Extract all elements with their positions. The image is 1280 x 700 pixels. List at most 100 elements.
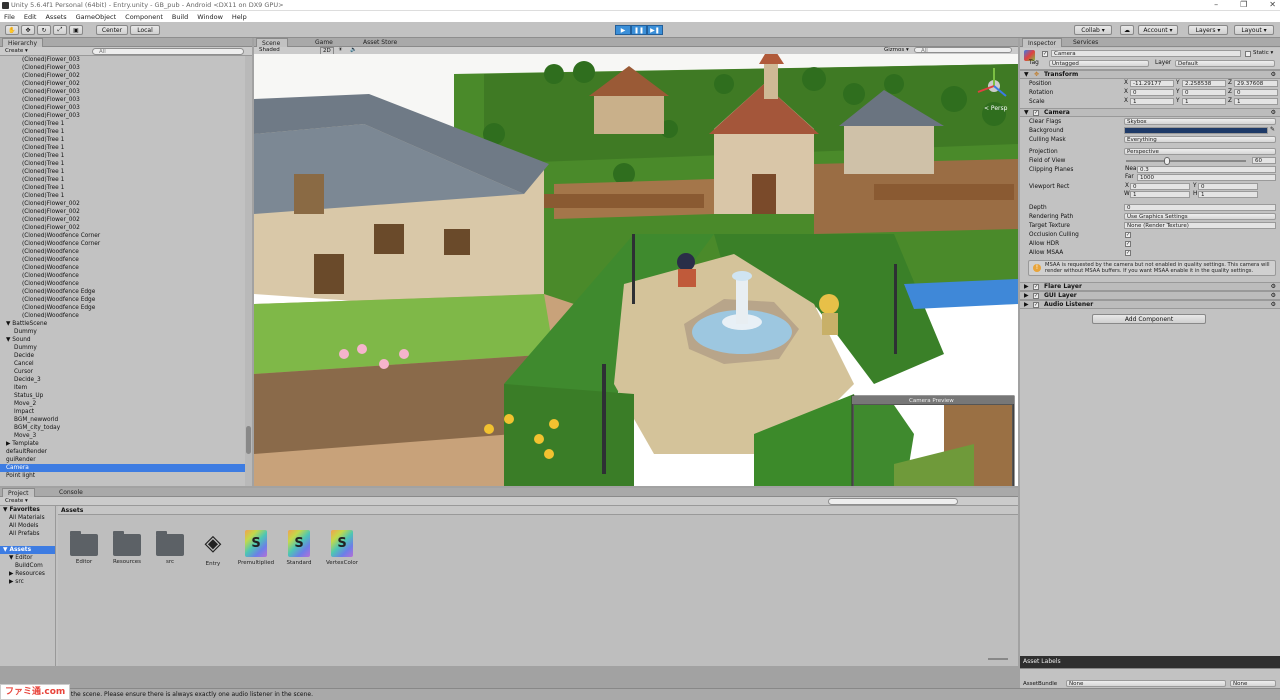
add-component-button[interactable]: Add Component — [1092, 314, 1206, 324]
menu-component[interactable]: Component — [125, 13, 163, 21]
camera-header[interactable]: ▼ ✓ Camera ⚙ — [1020, 108, 1280, 117]
component-enabled-checkbox[interactable]: ✓ — [1033, 302, 1039, 308]
asset-item[interactable]: Editor — [62, 524, 106, 565]
hierarchy-search-input[interactable]: All — [92, 48, 244, 55]
asset-bundle-dropdown[interactable]: None — [1066, 680, 1226, 687]
hierarchy-item[interactable]: (Cloned)Tree 1 — [0, 184, 245, 192]
tag-dropdown[interactable]: Untagged — [1049, 60, 1149, 67]
asset-item[interactable]: ◈ Entry — [191, 524, 235, 567]
transform-z-field[interactable]: 29.37608 — [1234, 80, 1278, 87]
static-checkbox[interactable] — [1245, 51, 1251, 57]
pause-button[interactable]: ❚❚ — [631, 25, 647, 35]
close-icon[interactable]: ✕ — [1269, 0, 1276, 9]
asset-bundle-variant-dropdown[interactable]: None — [1230, 680, 1276, 687]
transform-y-field[interactable]: 0 — [1182, 89, 1226, 96]
collab-button[interactable]: Collab ▾ — [1074, 25, 1112, 35]
hierarchy-item[interactable]: ▼ Sound — [0, 336, 245, 344]
hand-tool-icon[interactable]: ✋ — [5, 25, 19, 35]
fov-slider-thumb[interactable] — [1163, 157, 1170, 165]
step-button[interactable]: ▶❚ — [647, 25, 663, 35]
component-header-gui-layer[interactable]: ▶ ✓ GUI Layer ⚙ — [1020, 291, 1280, 300]
hierarchy-item[interactable]: Impact — [0, 408, 245, 416]
icon-size-slider[interactable] — [988, 658, 1008, 660]
viewport-h-field[interactable]: 1 — [1198, 191, 1258, 198]
hierarchy-item[interactable]: (Cloned)Flower_003 — [0, 88, 245, 96]
near-field[interactable]: 0.3 — [1137, 166, 1276, 173]
hierarchy-item[interactable]: (Cloned)Tree 1 — [0, 152, 245, 160]
project-search-input[interactable] — [828, 498, 958, 505]
tab-game[interactable]: Game — [310, 38, 338, 47]
menu-window[interactable]: Window — [197, 13, 223, 21]
hierarchy-item[interactable]: Decide_3 — [0, 376, 245, 384]
expand-arrow-icon[interactable]: ▼ — [1024, 71, 1029, 79]
hierarchy-item[interactable]: BGM_city_today — [0, 424, 245, 432]
move-tool-icon[interactable]: ✥ — [21, 25, 35, 35]
culling-mask-dropdown[interactable]: Everything — [1124, 136, 1276, 143]
hierarchy-item[interactable]: (Cloned)Woodfence — [0, 264, 245, 272]
audio-toggle-icon[interactable]: 🔈 — [350, 47, 357, 53]
msaa-checkbox[interactable]: ✓ — [1125, 250, 1131, 256]
background-color-swatch[interactable] — [1124, 127, 1268, 134]
far-field[interactable]: 1000 — [1137, 174, 1276, 181]
project-tree-item[interactable]: ▶ src — [0, 578, 55, 586]
shading-mode-dropdown[interactable]: Shaded — [259, 47, 280, 53]
project-tree-item[interactable]: BuildCom — [0, 562, 55, 570]
hierarchy-item[interactable]: (Cloned)Flower_003 — [0, 96, 245, 104]
hierarchy-item[interactable]: Dummy — [0, 344, 245, 352]
component-settings-icon[interactable]: ⚙ — [1271, 283, 1276, 291]
asset-item[interactable]: S VertexColor — [320, 524, 364, 566]
hierarchy-item[interactable]: Cancel — [0, 360, 245, 368]
tab-asset-store[interactable]: Asset Store — [358, 38, 402, 47]
hierarchy-item[interactable]: (Cloned)Flower_003 — [0, 64, 245, 72]
rect-tool-icon[interactable]: ▣ — [69, 25, 83, 35]
transform-header[interactable]: ▼ ✥ Transform ⚙ — [1020, 70, 1280, 79]
maximize-icon[interactable]: ❐ — [1240, 0, 1247, 9]
hierarchy-item[interactable]: Dummy — [0, 328, 245, 336]
active-checkbox[interactable]: ✓ — [1042, 51, 1048, 57]
static-dropdown[interactable]: Static ▾ — [1253, 50, 1273, 56]
transform-x-field[interactable]: 1 — [1130, 98, 1174, 105]
component-enabled-checkbox[interactable]: ✓ — [1033, 284, 1039, 290]
object-name-field[interactable]: Camera — [1051, 50, 1241, 57]
project-tree-item[interactable]: All Models — [0, 522, 55, 530]
hierarchy-item[interactable]: (Cloned)Flower_003 — [0, 104, 245, 112]
project-tree-item[interactable]: ▼ Editor — [0, 554, 55, 562]
project-tree-item[interactable]: ▼ Assets — [0, 546, 55, 554]
expand-arrow-icon[interactable]: ▶ — [1024, 292, 1029, 300]
pivot-local-button[interactable]: Local — [130, 25, 160, 35]
hierarchy-item[interactable]: (Cloned)Flower_002 — [0, 216, 245, 224]
tab-scene[interactable]: Scene — [256, 38, 288, 47]
hierarchy-item[interactable]: (Cloned)Tree 1 — [0, 128, 245, 136]
hierarchy-item[interactable]: Status_Up — [0, 392, 245, 400]
hierarchy-item[interactable]: (Cloned)Flower_002 — [0, 224, 245, 232]
hierarchy-item[interactable]: (Cloned)Tree 1 — [0, 168, 245, 176]
scale-tool-icon[interactable]: ⤢ — [53, 25, 67, 35]
hierarchy-item[interactable]: (Cloned)Tree 1 — [0, 136, 245, 144]
hierarchy-item[interactable]: Move_3 — [0, 432, 245, 440]
asset-item[interactable]: S Standard — [277, 524, 321, 566]
hierarchy-item[interactable]: (Cloned)Woodfence — [0, 256, 245, 264]
hierarchy-item[interactable]: (Cloned)Woodfence Edge — [0, 288, 245, 296]
viewport-w-field[interactable]: 1 — [1130, 191, 1190, 198]
menu-edit[interactable]: Edit — [24, 13, 37, 21]
hierarchy-item[interactable]: (Cloned)Woodfence — [0, 272, 245, 280]
menu-file[interactable]: File — [4, 13, 15, 21]
tab-project[interactable]: Project — [2, 488, 35, 497]
hierarchy-item[interactable]: (Cloned)Woodfence — [0, 248, 245, 256]
scroll-thumb[interactable] — [246, 426, 251, 454]
play-button[interactable]: ▶ — [615, 25, 631, 35]
hierarchy-item[interactable]: (Cloned)Tree 1 — [0, 192, 245, 200]
hierarchy-item[interactable]: (Cloned)Tree 1 — [0, 176, 245, 184]
hierarchy-item[interactable]: ▶ Template — [0, 440, 245, 448]
layout-button[interactable]: Layout ▾ — [1234, 25, 1274, 35]
layers-button[interactable]: Layers ▾ — [1188, 25, 1228, 35]
tab-hierarchy[interactable]: Hierarchy — [2, 38, 44, 47]
hierarchy-item[interactable]: (Cloned)Flower_002 — [0, 208, 245, 216]
hierarchy-item[interactable]: Point light — [0, 472, 245, 480]
component-settings-icon[interactable]: ⚙ — [1271, 71, 1276, 79]
rendering-path-dropdown[interactable]: Use Graphics Settings — [1124, 213, 1276, 220]
persp-label[interactable]: < Persp — [984, 105, 1008, 112]
breadcrumb[interactable]: Assets — [58, 506, 1018, 515]
transform-z-field[interactable]: 0 — [1234, 89, 1278, 96]
asset-item[interactable]: S Premultiplied — [234, 524, 278, 566]
